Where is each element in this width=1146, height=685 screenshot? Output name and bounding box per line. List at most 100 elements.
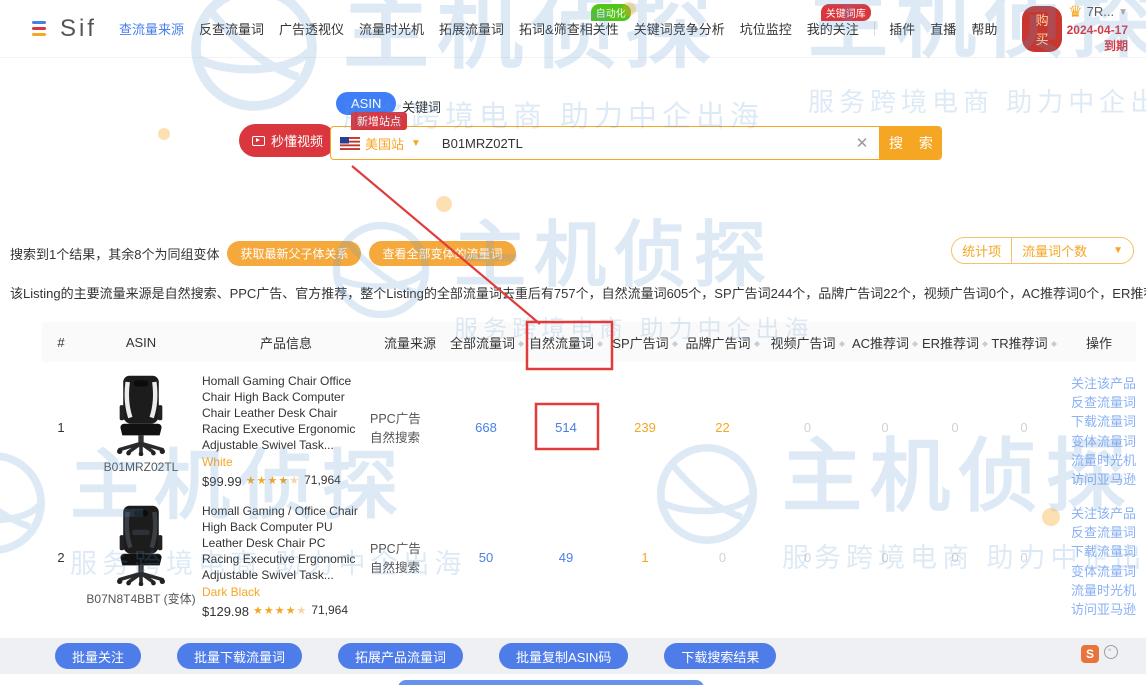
download-results-button[interactable]: 下载搜索结果 <box>664 643 776 669</box>
contact-person-icon[interactable] <box>1104 645 1118 659</box>
nav-item-live[interactable]: 直播 <box>930 19 956 38</box>
sort-icon[interactable] <box>1051 338 1057 350</box>
new-site-badge: 新增站点 <box>351 112 407 130</box>
sp-words-value[interactable]: 239 <box>610 362 680 435</box>
product-info-cell: Homall Gaming Chair Office Chair High Ba… <box>202 362 370 490</box>
nav-item-ad-perspective[interactable]: 广告透视仪 <box>279 19 344 38</box>
stat-selector[interactable]: 统计项 流量词个数 ▼ <box>951 237 1134 264</box>
nav-item-slot-monitor[interactable]: 坑位监控 <box>740 19 792 38</box>
chevron-down-icon: ▼ <box>411 138 421 149</box>
view-all-variants-button[interactable]: 查看全部变体的流量词 <box>369 241 515 266</box>
video-words-value: 0 <box>765 492 850 565</box>
follow-product-link[interactable]: 关注该产品 <box>1058 504 1136 523</box>
product-title[interactable]: Homall Gaming / Office Chair High Back C… <box>202 504 362 584</box>
variant-name: White <box>202 455 362 471</box>
row-index: 1 <box>42 362 80 435</box>
sort-icon[interactable] <box>839 338 845 350</box>
nav-item-keyword-competition[interactable]: 关键词竞争分析 <box>634 19 725 38</box>
sort-icon[interactable] <box>912 338 918 350</box>
col-sp-ad-words[interactable]: SP广告词 <box>610 333 680 352</box>
nav-item-expand-words[interactable]: 拓展流量词 <box>439 19 504 38</box>
video-button-label: 秒懂视频 <box>271 131 323 150</box>
time-machine-link[interactable]: 流量时光机 <box>1058 451 1136 470</box>
col-tr-words[interactable]: TR推荐词 <box>990 333 1058 352</box>
nav-item-label: 我的关注 <box>807 22 859 37</box>
time-machine-link[interactable]: 流量时光机 <box>1058 581 1136 600</box>
follow-product-link[interactable]: 关注该产品 <box>1058 374 1136 393</box>
reverse-lookup-link[interactable]: 反查流量词 <box>1058 393 1136 412</box>
sort-icon[interactable] <box>672 338 678 350</box>
col-traffic-source: 流量来源 <box>370 333 450 352</box>
user-account[interactable]: ♛ 7R... ▼ 2024-04-17到期 <box>1062 3 1128 55</box>
watermark-globe-icon <box>328 217 434 323</box>
col-video-ad-words[interactable]: 视频广告词 <box>765 333 850 352</box>
row-actions: 关注该产品 反查流量词 下载流量词 变体流量词 流量时光机 访问亚马逊 <box>1058 492 1136 619</box>
col-ac-words[interactable]: AC推荐词 <box>850 333 920 352</box>
all-words-value[interactable]: 50 <box>450 492 522 565</box>
brand-words-value[interactable]: 22 <box>680 362 765 435</box>
organic-words-value[interactable]: 49 <box>522 492 610 565</box>
sort-icon[interactable] <box>597 338 603 350</box>
sort-icon[interactable] <box>754 338 760 350</box>
variant-words-link[interactable]: 变体流量词 <box>1058 562 1136 581</box>
col-organic-words[interactable]: 自然流量词 <box>522 333 610 352</box>
tab-keyword[interactable]: 关键词 <box>402 97 441 116</box>
get-parent-child-button[interactable]: 获取最新父子体关系 <box>227 241 361 266</box>
sort-icon[interactable] <box>982 338 988 350</box>
video-icon <box>252 136 265 146</box>
product-title[interactable]: Homall Gaming Chair Office Chair High Ba… <box>202 374 362 454</box>
clear-search-icon[interactable]: ✕ <box>845 127 879 159</box>
asin-label: B07N8T4BBT (变体) <box>80 590 202 607</box>
nav-item-my-follow[interactable]: 我的关注 关键词库 <box>807 19 859 38</box>
nav-item-traffic-time-machine[interactable]: 流量时光机 <box>359 19 424 38</box>
buy-button[interactable]: 购买 <box>1022 6 1062 52</box>
ac-words-value: 0 <box>850 492 920 565</box>
nav-item-help[interactable]: 帮助 <box>971 19 997 38</box>
sp-words-value[interactable]: 1 <box>610 492 680 565</box>
nav-divider <box>874 22 875 36</box>
customer-service-icon[interactable]: S <box>1081 645 1099 663</box>
table-header: # ASIN 产品信息 流量来源 全部流量词 自然流量词 SP广告词 品牌广告词… <box>42 322 1136 362</box>
batch-copy-asin-button[interactable]: 批量复制ASIN码 <box>499 643 628 669</box>
batch-follow-button[interactable]: 批量关注 <box>55 643 141 669</box>
video-words-value: 0 <box>765 362 850 435</box>
top-navbar: Sif 查流量来源 反查流量词 广告透视仪 流量时光机 拓展流量词 拓词&筛查相… <box>0 0 1146 58</box>
table-row: 1 B01MRZ02TL <box>42 362 1136 492</box>
visit-amazon-link[interactable]: 访问亚马逊 <box>1058 600 1136 619</box>
reverse-lookup-link[interactable]: 反查流量词 <box>1058 523 1136 542</box>
username: 7R... <box>1087 4 1114 21</box>
col-brand-ad-words[interactable]: 品牌广告词 <box>680 333 765 352</box>
visit-amazon-link[interactable]: 访问亚马逊 <box>1058 470 1136 489</box>
nav-item-label: 拓词&筛查相关性 <box>519 22 619 37</box>
variant-name: Dark Black <box>202 585 362 601</box>
search-button[interactable]: 搜 索 <box>879 127 941 159</box>
nav-item-reverse-lookup[interactable]: 反查流量词 <box>199 19 264 38</box>
traffic-source-cell: PPC广告 自然搜索 <box>370 492 450 578</box>
download-words-link[interactable]: 下载流量词 <box>1058 412 1136 431</box>
all-words-value[interactable]: 668 <box>450 362 522 435</box>
review-count: 71,964 <box>311 603 348 619</box>
stat-value: 流量词个数 <box>1022 241 1087 260</box>
expand-product-words-button[interactable]: 拓展产品流量词 <box>338 643 463 669</box>
nav-item-plugin[interactable]: 插件 <box>889 19 915 38</box>
download-words-link[interactable]: 下载流量词 <box>1058 542 1136 561</box>
floating-widgets: S <box>1081 645 1118 663</box>
product-image[interactable] <box>109 372 173 456</box>
col-asin: ASIN <box>80 335 202 350</box>
variant-words-link[interactable]: 变体流量词 <box>1058 432 1136 451</box>
organic-words-value[interactable]: 514 <box>522 362 610 435</box>
keyword-library-badge: 关键词库 <box>821 4 871 21</box>
col-index: # <box>42 335 80 350</box>
col-er-words[interactable]: ER推荐词 <box>920 333 990 352</box>
product-image[interactable] <box>109 502 173 586</box>
app-logo: Sif <box>60 15 97 43</box>
search-input[interactable] <box>430 127 845 159</box>
quick-video-button[interactable]: 秒懂视频 <box>239 124 336 157</box>
product-info-cell: Homall Gaming / Office Chair High Back C… <box>202 492 370 620</box>
col-all-words[interactable]: 全部流量词 <box>450 333 522 352</box>
hamburger-menu-icon[interactable] <box>32 21 46 36</box>
nav-item-traffic-source[interactable]: 查流量来源 <box>119 19 184 38</box>
batch-download-words-button[interactable]: 批量下载流量词 <box>177 643 302 669</box>
nav-item-word-relevance[interactable]: 拓词&筛查相关性 自动化 <box>519 19 619 38</box>
site-selector[interactable]: 美国站 ▼ <box>331 127 430 159</box>
